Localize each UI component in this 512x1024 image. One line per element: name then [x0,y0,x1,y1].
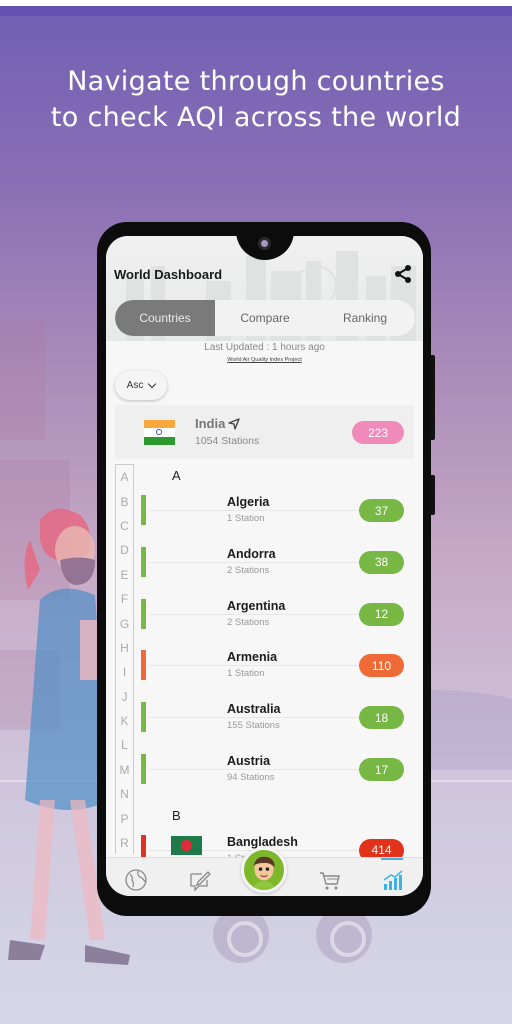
segmented-tabs: Countries Compare Ranking [115,300,415,336]
index-letter[interactable]: P [116,806,133,830]
row-divider [149,717,364,719]
country-row[interactable]: Australia 155 Stations 18 [141,702,406,746]
chevron-down-icon [148,379,157,389]
country-name: Andorra [227,546,280,561]
app-screen: World Dashboard Countries Compare Rankin… [106,236,423,896]
front-camera [258,237,271,250]
sort-dropdown[interactable]: Asc [115,371,167,400]
row-divider [149,510,364,511]
index-letter[interactable]: E [116,563,133,587]
country-name: Australia [227,702,285,717]
avatar-icon[interactable] [241,847,287,893]
side-button [430,355,435,440]
source-link[interactable]: World Air Quality Index Project [106,357,423,363]
country-row[interactable]: Austria 94 Stations 17 [141,754,406,798]
country-name: Algeria [227,495,274,509]
row-divider [149,665,364,667]
sort-selected: Asc [126,380,144,391]
headline-line-2: to check AQI across the world [50,102,462,133]
home-country-name: India [195,416,241,431]
country-stations: 155 Stations [227,720,280,732]
aqi-badge: 12 [359,602,404,626]
country-row[interactable]: Armenia 1 Station 110 [141,650,406,694]
aqi-color-bar [141,598,146,629]
location-arrow-icon [228,417,241,430]
index-letter[interactable]: J [116,685,133,709]
index-letter[interactable]: R [116,831,133,855]
home-country-row[interactable]: India 1054 Stations 223 [115,405,414,459]
last-updated-text: Last Updated : 1 hours ago [204,342,325,353]
country-row[interactable]: Andorra 2 Stations 38 [141,546,406,591]
aqi-badge: 223 [352,421,404,444]
chart-bars-icon[interactable] [381,868,405,892]
country-name: Austria [227,754,275,768]
side-button [430,475,435,515]
index-letter[interactable]: G [116,611,133,635]
country-row[interactable]: Argentina 2 Stations 12 [141,598,406,643]
alphabet-index[interactable]: ABCDEFGHIJKLMNPR [115,464,134,854]
app-title: World Dashboard [114,267,223,282]
edit-note-icon[interactable] [188,868,212,892]
home-country-label: India [195,416,226,431]
nav-active-indicator [381,858,403,860]
bg-building [0,320,45,440]
country-stations: 1 Station [227,668,265,680]
promo-headline: Navigate through countries to check AQI … [0,64,512,136]
top-band [0,6,512,16]
aqi-color-bar [141,546,146,577]
row-divider [149,613,364,615]
bangladesh-flag-icon [171,835,202,855]
country-name: Armenia [227,650,282,665]
section-header: A [172,468,181,483]
index-letter[interactable]: M [116,758,133,782]
country-stations: 2 Stations [227,616,270,628]
country-stations: 2 Stations [227,564,270,576]
home-country-stations: 1054 Stations [195,435,260,447]
cart-icon[interactable] [318,868,342,892]
row-divider [149,769,364,770]
aqi-badge: 18 [359,706,404,730]
aqi-color-bar [141,650,146,681]
aqi-color-bar [141,754,146,784]
index-letter[interactable]: A [116,465,133,489]
index-letter[interactable]: K [116,709,133,733]
aqi-color-bar [141,495,146,525]
aqi-badge: 37 [359,499,404,522]
tab-compare[interactable]: Compare [215,300,315,336]
index-letter[interactable]: B [116,489,133,513]
index-letter[interactable]: N [116,782,133,806]
index-letter[interactable]: D [116,538,133,562]
tab-ranking[interactable]: Ranking [315,300,415,336]
aqi-badge: 110 [359,654,404,678]
country-stations: 94 Stations [227,772,275,783]
share-icon[interactable] [393,264,413,284]
index-letter[interactable]: F [116,587,133,611]
row-divider [149,561,364,563]
index-letter[interactable]: L [116,733,133,757]
globe-icon[interactable] [124,868,148,892]
country-stations: 1 Station [227,513,265,524]
headline-line-1: Navigate through countries [67,66,445,97]
index-letter[interactable]: C [116,514,133,538]
aqi-badge: 38 [359,550,404,574]
aqi-badge: 17 [359,758,404,781]
tab-countries[interactable]: Countries [115,300,215,336]
section-header: B [172,807,181,823]
india-flag-icon [144,420,175,445]
index-letter[interactable]: I [116,660,133,684]
country-row[interactable]: Algeria 1 Station 37 [141,495,406,539]
country-name: Argentina [227,598,290,613]
aqi-color-bar [141,702,146,733]
index-letter[interactable]: H [116,636,133,660]
